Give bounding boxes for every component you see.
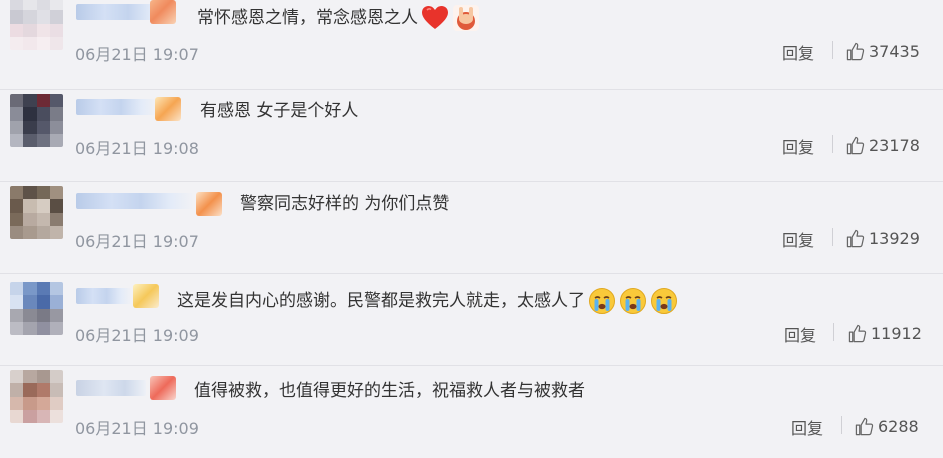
username[interactable] [76,193,194,209]
like-count: 6288 [878,416,919,436]
heart-icon [422,6,448,29]
comment-time: 06月21日 19:07 [75,232,199,251]
thumbs-up-icon [846,229,865,247]
reply-button[interactable]: 回复 [782,40,814,64]
like-count: 37435 [869,41,920,61]
comment-text: 有感恩 女子是个好人 [200,101,359,121]
avatar[interactable] [10,0,63,50]
divider [832,135,833,153]
like-count: 11912 [871,323,922,343]
like-button[interactable]: 37435 [846,40,920,62]
comment-list: 常怀感恩之情，常念感恩之人 06月21日 19:07 回复 37435 有感恩 … [0,0,943,454]
vip-badge [196,192,222,216]
peace-hands-icon [453,5,479,31]
avatar[interactable] [10,94,63,147]
comment-time: 06月21日 19:07 [75,45,199,64]
like-button[interactable]: 23178 [846,134,920,156]
reply-button[interactable]: 回复 [782,134,814,158]
divider [832,41,833,59]
comment-time: 06月21日 19:09 [75,326,199,345]
comment-text: 这是发自内心的感谢。民警都是救完人就走，太感人了 [177,287,678,315]
crying-face-icon [589,288,615,314]
username[interactable] [76,99,158,115]
thumbs-up-icon [846,136,865,154]
username[interactable] [76,288,132,304]
vip-badge [150,376,176,400]
comment-text: 值得被救，也值得更好的生活，祝福救人者与被救者 [194,381,585,401]
comment-text: 常怀感恩之情，常念感恩之人 [197,4,480,32]
like-button[interactable]: 11912 [848,322,922,344]
thumbs-up-icon [855,417,874,435]
divider [832,228,833,246]
like-button[interactable]: 13929 [846,227,920,249]
comment-item: 警察同志好样的 为你们点赞 06月21日 19:07 回复 13929 [0,182,943,274]
comment-item: 有感恩 女子是个好人 06月21日 19:08 回复 23178 [0,90,943,182]
comment-item: 值得被救，也值得更好的生活，祝福救人者与被救者 06月21日 19:09 回复 … [0,366,943,458]
like-count: 13929 [869,228,920,248]
like-button[interactable]: 6288 [855,415,919,437]
reply-button[interactable]: 回复 [791,415,823,439]
avatar[interactable] [10,186,63,239]
reply-button[interactable]: 回复 [784,322,816,346]
crying-face-icon [651,288,677,314]
comment-item: 这是发自内心的感谢。民警都是救完人就走，太感人了 06月21日 19:09 回复… [0,274,943,366]
reply-button[interactable]: 回复 [782,227,814,251]
username[interactable] [76,380,146,396]
vip-badge [150,0,176,24]
comment-time: 06月21日 19:08 [75,139,199,158]
vip-badge [133,284,159,308]
comment-text: 警察同志好样的 为你们点赞 [240,194,450,214]
crying-face-icon [620,288,646,314]
divider [841,416,842,434]
thumbs-up-icon [848,324,867,342]
vip-badge [155,97,181,121]
avatar[interactable] [10,370,63,423]
thumbs-up-icon [846,42,865,60]
avatar[interactable] [10,282,63,335]
divider [833,323,834,341]
like-count: 23178 [869,135,920,155]
comment-time: 06月21日 19:09 [75,419,199,438]
comment-item: 常怀感恩之情，常念感恩之人 06月21日 19:07 回复 37435 [0,0,943,90]
